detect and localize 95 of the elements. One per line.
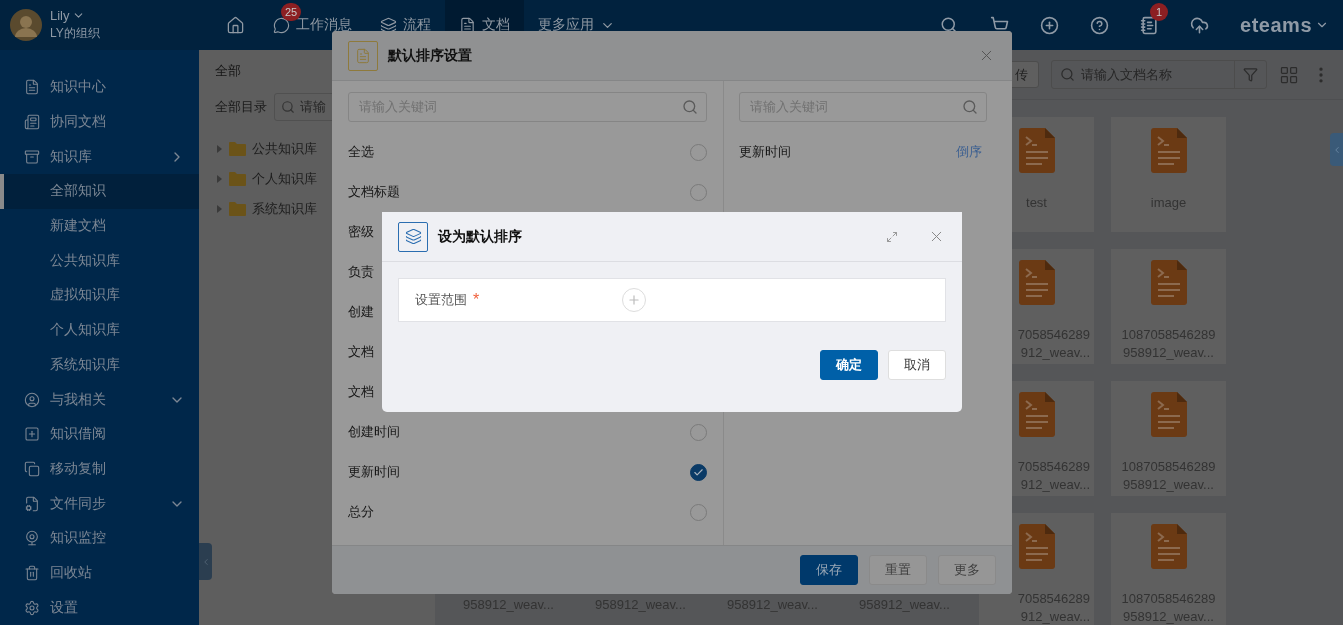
menu-icon	[24, 460, 40, 477]
document-icon	[348, 40, 378, 71]
grid-view-icon[interactable]	[1279, 64, 1299, 85]
sidebar-item[interactable]: 设置	[0, 590, 199, 625]
action-button[interactable]: 更多	[938, 555, 996, 585]
field-label: 创建	[348, 303, 374, 321]
file-icon	[1018, 128, 1055, 173]
expand-handle[interactable]	[1330, 133, 1343, 166]
sidebar-item[interactable]: 个人知识库	[0, 312, 199, 348]
sidebar-item[interactable]: 公共知识库	[0, 243, 199, 279]
sidebar-item[interactable]: 移动复制	[0, 451, 199, 487]
menu-icon	[24, 148, 40, 165]
menu-icon	[24, 599, 40, 616]
radio-button[interactable]	[690, 463, 707, 481]
cancel-button[interactable]: 取消	[888, 350, 946, 380]
search-icon	[1060, 67, 1075, 82]
caret-icon[interactable]	[215, 175, 223, 183]
required-mark: *	[473, 291, 480, 309]
file-icon	[1150, 260, 1187, 305]
layers-icon	[398, 221, 428, 252]
menu-icon	[24, 564, 40, 581]
caret-icon[interactable]	[215, 145, 223, 153]
panel-title: 全部	[215, 62, 242, 80]
add-icon[interactable]	[1039, 15, 1059, 35]
sidebar-item[interactable]: 知识中心	[0, 70, 199, 105]
dialog-title: 设为默认排序	[438, 227, 522, 246]
sidebar-item[interactable]: 与我相关	[0, 382, 199, 417]
nav-tab[interactable]: 更多应用	[524, 0, 629, 50]
count-badge: 1	[1150, 3, 1169, 21]
plus-icon	[627, 293, 641, 307]
file-icon	[1150, 392, 1187, 437]
confirm-button[interactable]: 确定	[820, 350, 878, 380]
sidebar-item[interactable]: 协同文档	[0, 104, 199, 140]
help-icon[interactable]	[1089, 15, 1109, 35]
collapse-handle[interactable]	[199, 543, 212, 580]
check-icon	[693, 466, 704, 478]
sidebar-item[interactable]: 知识库	[0, 139, 199, 175]
folder-icon	[229, 172, 246, 186]
field-label: 创建时间	[348, 423, 400, 441]
sort-order-link[interactable]: 倒序	[956, 143, 982, 161]
field-label: 负责	[348, 263, 374, 281]
file-icon	[1018, 392, 1055, 437]
search-icon	[281, 100, 295, 114]
sort-field-label: 更新时间	[739, 143, 791, 161]
logo[interactable]: eteams	[1240, 13, 1312, 37]
menu-icon	[24, 391, 40, 408]
directory-label: 全部目录	[215, 98, 267, 116]
sidebar-item[interactable]: 文件同步	[0, 486, 199, 521]
folder-icon	[229, 142, 246, 156]
user-name[interactable]: Lily	[50, 8, 70, 23]
file-icon	[1018, 260, 1055, 305]
caret-icon[interactable]	[215, 205, 223, 213]
notes-icon[interactable]	[1139, 15, 1159, 35]
file-icon	[1018, 524, 1055, 569]
file-icon	[1150, 524, 1187, 569]
field-label: 文档	[348, 383, 374, 401]
sidebar-item[interactable]: 知识监控	[0, 520, 199, 556]
field-label: 文档标题	[348, 183, 400, 201]
chat-icon	[273, 16, 290, 34]
field-label: 设置范围	[415, 291, 467, 309]
search-icon	[962, 99, 978, 115]
sidebar-item[interactable]: 新建文档	[0, 208, 199, 244]
field-label: 更新时间	[348, 463, 400, 481]
menu-icon	[24, 114, 40, 131]
document-icon	[459, 16, 476, 34]
field-label: 文档	[348, 343, 374, 361]
layers-icon	[380, 16, 397, 34]
menu-icon	[24, 79, 40, 96]
avatar[interactable]	[10, 9, 42, 41]
scope-field[interactable]: 设置范围 *	[398, 278, 946, 322]
sidebar-item[interactable]: 全部知识	[0, 174, 199, 209]
expand-icon	[886, 230, 898, 243]
sidebar-item[interactable]: 虚拟知识库	[0, 278, 199, 313]
folder-icon	[229, 202, 246, 216]
sidebar-item[interactable]: 知识借阅	[0, 416, 199, 452]
org-name: LY的组织	[50, 25, 100, 42]
action-button[interactable]: 重置	[869, 555, 927, 585]
menu-icon	[24, 495, 40, 512]
sidebar-item[interactable]: 回收站	[0, 555, 199, 591]
sidebar-item[interactable]: 系统知识库	[0, 347, 199, 383]
add-button[interactable]	[622, 288, 646, 312]
menu-icon	[24, 426, 40, 443]
search-icon	[682, 99, 698, 115]
save-button[interactable]: 保存	[800, 555, 858, 585]
menu-icon	[24, 530, 40, 547]
field-label: 总分	[348, 503, 374, 521]
file-icon	[1150, 128, 1187, 173]
search-icon[interactable]	[940, 16, 959, 34]
nav-tab[interactable]: 工作消息 25	[259, 0, 366, 50]
field-label: 全选	[348, 143, 374, 161]
count-badge: 25	[281, 3, 302, 21]
field-label: 密级	[348, 223, 374, 241]
cloud-upload-icon[interactable]	[1189, 15, 1209, 35]
filter-icon[interactable]	[1243, 67, 1258, 82]
home-icon	[226, 15, 245, 35]
